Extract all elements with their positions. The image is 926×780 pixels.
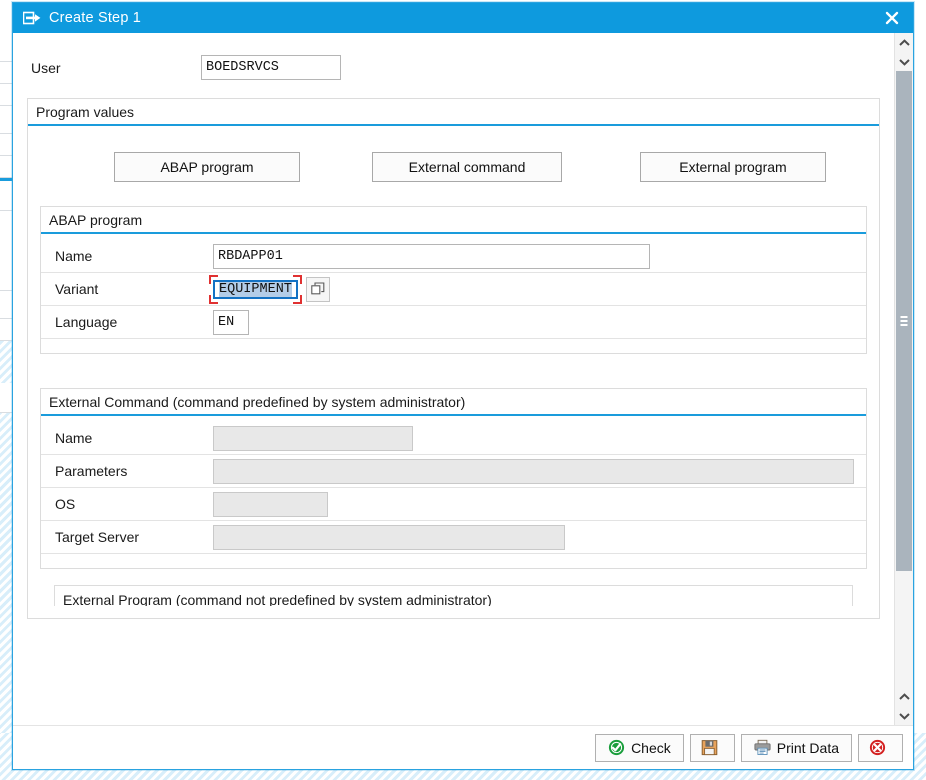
chevron-down-icon[interactable]	[895, 52, 913, 71]
print-data-button[interactable]: Print Data	[740, 733, 852, 762]
abap-variant-selected-text: EQUIPMENT	[219, 281, 292, 297]
multiple-selection-icon[interactable]	[305, 276, 330, 302]
dialog-footer: Check Print Data	[13, 725, 913, 769]
abap-program-button[interactable]: ABAP program	[114, 152, 300, 182]
check-button[interactable]: Check	[595, 733, 684, 762]
abap-variant-label: Variant	[55, 281, 99, 297]
program-values-title: Program values	[28, 99, 879, 126]
chevron-up-icon-bottom[interactable]	[895, 687, 913, 706]
abap-name-row: Name RBDAPP01	[41, 240, 866, 273]
abap-language-label: Language	[55, 314, 118, 330]
chevron-down-icon-bottom[interactable]	[895, 706, 913, 725]
step-create-icon	[22, 11, 41, 25]
close-icon[interactable]	[881, 7, 903, 29]
ext-parameters-row: Parameters	[41, 455, 866, 488]
abap-variant-focus-wrapper: EQUIPMENT	[209, 274, 302, 304]
external-program-title: External Program (command not predefined…	[63, 592, 492, 606]
program-type-buttons: ABAP program External command External p…	[40, 126, 867, 206]
save-floppy-icon	[701, 739, 718, 756]
print-data-button-label: Print Data	[776, 739, 839, 756]
external-command-button[interactable]: External command	[372, 152, 562, 182]
dialog-body: User BOEDSRVCS Program values ABAP progr…	[13, 33, 913, 725]
cancel-button[interactable]	[858, 733, 903, 762]
user-label: User	[31, 59, 61, 76]
abap-variant-row: Variant EQUIPMENT	[41, 273, 866, 306]
chevron-up-icon[interactable]	[895, 33, 913, 52]
ext-os-label: OS	[55, 496, 76, 512]
abap-name-input[interactable]: RBDAPP01	[213, 243, 650, 269]
abap-name-label: Name	[55, 248, 93, 264]
user-field-row: User BOEDSRVCS	[31, 55, 894, 80]
abap-program-fields: Name RBDAPP01 Variant EQUIPMENT Language…	[41, 234, 866, 353]
abap-program-title: ABAP program	[41, 207, 866, 234]
focus-corner-top-left	[209, 274, 218, 284]
external-command-title: External Command (command predefined by …	[41, 389, 866, 416]
ext-name-row: Name	[41, 422, 866, 455]
scrollbar-track[interactable]	[895, 71, 913, 687]
create-step-dialog: Create Step 1 User BOEDSRVCS Program val…	[12, 2, 914, 770]
ext-parameters-label: Parameters	[55, 463, 128, 479]
external-command-group: External Command (command predefined by …	[40, 388, 867, 569]
scrollbar-thumb[interactable]	[896, 71, 912, 571]
ext-os-input	[213, 491, 328, 517]
save-button[interactable]	[689, 733, 735, 762]
check-button-label: Check	[631, 739, 671, 756]
abap-variant-input[interactable]: EQUIPMENT	[213, 279, 298, 299]
program-values-group: Program values ABAP program External com…	[27, 98, 880, 619]
vertical-scrollbar[interactable]	[894, 33, 913, 725]
abap-program-group: ABAP program Name RBDAPP01 Variant EQUIP…	[40, 206, 867, 354]
focus-corner-bottom-right	[292, 294, 302, 304]
ext-target-server-label: Target Server	[55, 529, 140, 545]
dialog-titlebar: Create Step 1	[13, 3, 913, 33]
ext-target-server-input	[213, 524, 565, 550]
printer-icon	[754, 739, 771, 756]
ext-os-row: OS	[41, 488, 866, 521]
dialog-content: User BOEDSRVCS Program values ABAP progr…	[13, 33, 894, 725]
ext-target-server-row: Target Server	[41, 521, 866, 554]
abap-language-row: Language EN	[41, 306, 866, 339]
abap-language-input[interactable]: EN	[213, 309, 249, 335]
ext-name-label: Name	[55, 430, 93, 446]
dialog-title: Create Step 1	[49, 10, 142, 26]
ext-name-input	[213, 425, 413, 451]
grip-icon	[900, 316, 908, 326]
program-values-inner: ABAP program External command External p…	[28, 126, 879, 618]
focus-corner-top-right	[292, 274, 302, 284]
external-program-group: External Program (command not predefined…	[54, 585, 853, 606]
green-check-circle-icon	[608, 739, 625, 756]
ext-parameters-input	[213, 458, 854, 484]
focus-corner-bottom-left	[209, 294, 218, 304]
red-x-circle-icon	[869, 739, 886, 756]
external-program-button[interactable]: External program	[640, 152, 826, 182]
user-input[interactable]: BOEDSRVCS	[201, 55, 341, 80]
external-command-fields: Name Parameters OS Target Server	[41, 416, 866, 568]
